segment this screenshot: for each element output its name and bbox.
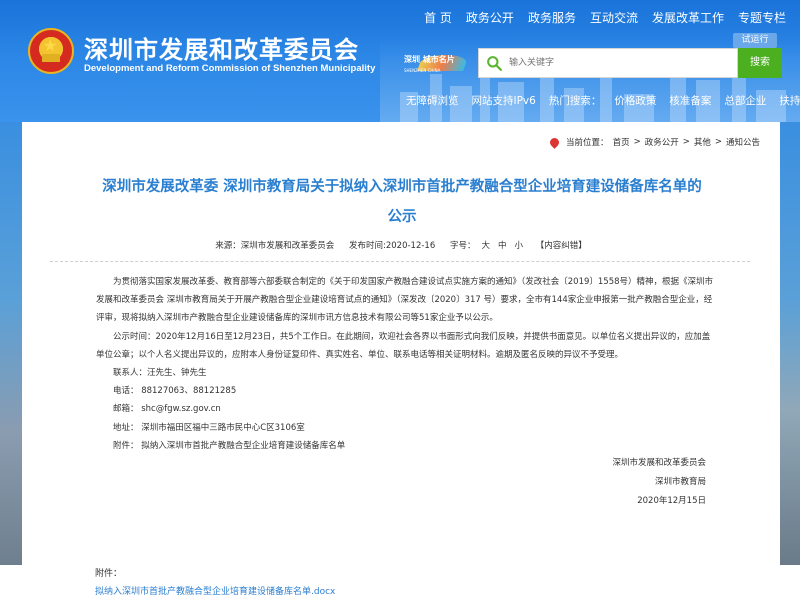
nav-interaction[interactable]: 互动交流 <box>590 9 638 26</box>
article-body: 为贯彻落实国家发展改革委、教育部等六部委联合制定的《关于印发国家产教融合建设试点… <box>96 273 716 455</box>
breadcrumb-notices[interactable]: 通知公告 <box>726 136 760 148</box>
content-correction-link[interactable]: 【内容纠错】 <box>536 241 587 251</box>
nav-gov-affairs-open[interactable]: 政务公开 <box>466 9 514 26</box>
site-header: ★ 深圳市发展和改革委员会 Development and Reform Com… <box>0 0 800 122</box>
hot-search-price-policy[interactable]: 价格政策 <box>614 93 656 108</box>
article-title-line-2: 公示 <box>387 209 417 225</box>
breadcrumb-label: 当前位置： <box>566 138 609 148</box>
font-size-small[interactable]: 小 <box>515 241 524 251</box>
accessible-browse-link[interactable]: 无障碍浏览 <box>406 93 459 108</box>
signature-block: 深圳市发展和改革委员会 深圳市教育局 2020年12月15日 <box>612 454 706 511</box>
signatory-education-bureau: 深圳市教育局 <box>654 477 706 487</box>
contact-address: 地址： 深圳市福田区福中三路市民中心C区3106室 <box>113 422 305 433</box>
attachment-line: 附件： 拟纳入深圳市首批产教融合型企业培育建设储备库名单 <box>113 440 346 451</box>
article-title: 深圳市发展改革委 深圳市教育局关于拟纳入深圳市首批产教融合型企业培育建设储备库名… <box>62 172 742 232</box>
nav-special-topics[interactable]: 专题专栏 <box>738 9 786 26</box>
background-left <box>0 122 22 565</box>
contact-email: 邮箱： shc@fgw.sz.gov.cn <box>113 404 221 415</box>
shenzhen-logo-subtext: SHENZHEN CHINA <box>404 68 441 73</box>
font-size-large[interactable]: 大 <box>481 241 490 251</box>
site-title-en: Development and Reform Commission of She… <box>84 63 376 74</box>
article-source: 来源：深圳市发展和改革委员会 <box>215 241 335 251</box>
search-icon <box>487 56 502 71</box>
main-nav: 首 页 政务公开 政务服务 互动交流 发展改革工作 专题专栏 <box>424 9 786 26</box>
breadcrumb-separator: > <box>682 137 690 147</box>
search-box <box>478 48 738 78</box>
breadcrumb-other[interactable]: 其他 <box>694 136 711 148</box>
signatory-drc: 深圳市发展和改革委员会 <box>612 458 706 468</box>
hot-search-approval-filing[interactable]: 核准备案 <box>669 93 711 108</box>
trial-badge: 试运行 <box>733 33 777 48</box>
sub-nav: 无障碍浏览 网站支持IPv6 热门搜索： 价格政策 核准备案 总部企业 扶持计划 <box>406 93 800 108</box>
font-size-label: 字号： <box>449 241 476 251</box>
attachment-section: 附件： 拟纳入深圳市首批产教融合型企业培育建设储备库名单.docx <box>95 565 335 601</box>
nav-reform-work[interactable]: 发展改革工作 <box>652 9 724 26</box>
site-title[interactable]: 深圳市发展和改革委员会 <box>84 30 359 65</box>
nav-gov-services[interactable]: 政务服务 <box>528 9 576 26</box>
hot-search-hq-enterprise[interactable]: 总部企业 <box>724 93 766 108</box>
article-title-line-1: 深圳市发展改革委 深圳市教育局关于拟纳入深圳市首批产教融合型企业培育建设储备库名… <box>102 179 702 195</box>
breadcrumb-gov-open[interactable]: 政务公开 <box>645 136 679 148</box>
breadcrumb-home[interactable]: 首页 <box>613 136 630 148</box>
breadcrumb-separator: > <box>714 137 722 147</box>
article-meta: 来源：深圳市发展和改革委员会 发布时间:2020-12-16 字号： 大中小 【内… <box>22 239 780 251</box>
background-right <box>780 122 800 565</box>
article-paragraph: 公示时间：2020年12月16日至12月23日，共5个工作日。在此期间，欢迎社会… <box>96 331 711 360</box>
article-paragraph: 为贯彻落实国家发展改革委、教育部等六部委联合制定的《关于印发国家产教融合建设试点… <box>96 277 714 324</box>
attachment-label: 附件： <box>95 569 123 579</box>
nav-home[interactable]: 首 页 <box>424 9 452 26</box>
meta-divider <box>50 261 750 262</box>
hot-search-support-plan[interactable]: 扶持计划 <box>779 93 800 108</box>
shenzhen-logo-icon: 深圳 城市名片 SHENZHEN CHINA <box>402 52 469 78</box>
national-emblem-icon: ★ <box>28 28 74 74</box>
contact-person: 联系人：汪先生、钟先生 <box>113 368 207 379</box>
location-pin-icon <box>548 135 561 149</box>
hot-search-label: 热门搜索： <box>548 95 602 107</box>
article-panel: 当前位置： 首页 > 政务公开 > 其他 > 通知公告 深圳市发展改革委 深圳市… <box>22 122 780 565</box>
breadcrumb-separator: > <box>633 137 641 147</box>
search-input[interactable] <box>509 53 729 73</box>
search-button[interactable]: 搜索 <box>738 48 782 78</box>
attachment-download-link[interactable]: 拟纳入深圳市首批产教融合型企业培育建设储备库名单.docx <box>95 587 335 597</box>
article-date: 发布时间:2020-12-16 <box>348 241 436 251</box>
shenzhen-logo-text: 深圳 城市名片 <box>404 55 455 64</box>
signature-date: 2020年12月15日 <box>637 496 706 506</box>
contact-phone: 电话： 88127063、88121285 <box>113 386 237 397</box>
font-size-medium[interactable]: 中 <box>498 241 507 251</box>
ipv6-link[interactable]: 网站支持IPv6 <box>472 93 536 108</box>
breadcrumb: 当前位置： 首页 > 政务公开 > 其他 > 通知公告 <box>548 135 760 149</box>
